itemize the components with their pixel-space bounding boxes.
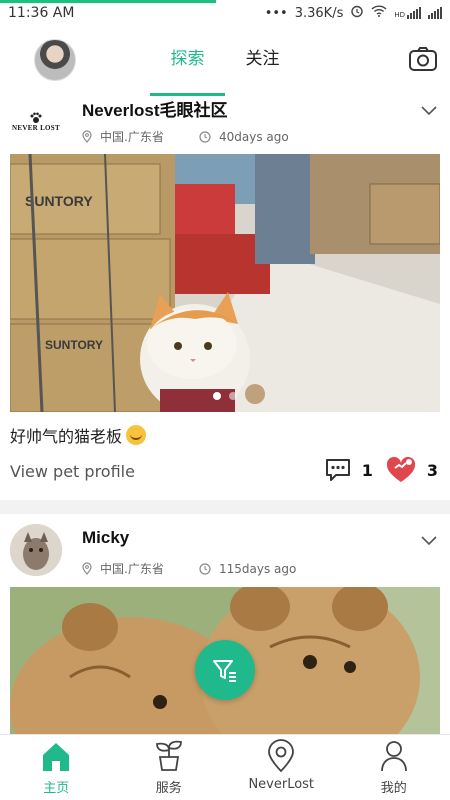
time-text: 40days ago xyxy=(219,129,289,144)
location-icon xyxy=(82,562,92,575)
alarm-icon xyxy=(350,4,364,22)
neverlost-logo[interactable]: NEVER LOST xyxy=(10,100,62,144)
nav-label: 我的 xyxy=(380,781,407,796)
status-dots: ••• xyxy=(264,5,288,21)
nav-item-home[interactable]: 主页 xyxy=(0,735,113,800)
nav-label: 服务 xyxy=(155,781,182,796)
camera-icon[interactable] xyxy=(408,44,438,74)
filter-fab-button[interactable] xyxy=(195,640,255,700)
post-card: NEVER LOST Neverlost毛眼社区 中国.广东省 40days a… xyxy=(0,96,450,500)
like-button[interactable]: 3 xyxy=(385,456,438,484)
cat-photo: SUNTORY SUNTORY xyxy=(10,154,440,412)
location-text: 中国.广东省 xyxy=(100,130,164,144)
page-load-progress xyxy=(0,0,216,3)
status-indicators: ••• 3.36K/s HD xyxy=(265,4,442,22)
view-pet-profile-link[interactable]: View pet profile xyxy=(10,462,135,481)
network-type-label: HD xyxy=(394,11,405,19)
smile-emoji-icon xyxy=(126,425,147,445)
carousel-dot-active[interactable] xyxy=(213,392,221,400)
filter-icon xyxy=(213,660,236,682)
nav-item-neverlost[interactable]: NeverLost xyxy=(225,735,338,800)
profile-avatar[interactable] xyxy=(34,39,76,81)
carousel-dot[interactable] xyxy=(229,392,237,400)
post-time: 115days ago xyxy=(199,562,296,576)
clock-icon xyxy=(199,562,211,575)
carousel-indicator xyxy=(10,392,440,400)
top-bar: 探索 关注 xyxy=(0,26,450,96)
signal-icon xyxy=(428,7,442,19)
logo-text: NEVER LOST xyxy=(12,124,60,132)
user-avatar[interactable] xyxy=(10,524,62,576)
post-location: 中国.广东省 xyxy=(82,560,199,577)
location-icon xyxy=(82,130,92,143)
network-speed: 3.36K/s xyxy=(294,5,344,21)
nav-item-services[interactable]: 服务 xyxy=(113,735,226,800)
status-bar: 11:36 AM ••• 3.36K/s HD xyxy=(0,0,450,26)
tab-explore[interactable]: 探索 xyxy=(150,26,225,96)
feed-tabs: 探索 关注 xyxy=(150,26,300,96)
person-icon xyxy=(380,741,407,772)
signal-hd-icon: HD xyxy=(394,7,421,19)
like-count: 3 xyxy=(426,460,438,480)
post-user-name[interactable]: Micky xyxy=(82,528,129,548)
feed[interactable]: NEVER LOST Neverlost毛眼社区 中国.广东省 40days a… xyxy=(0,96,450,734)
chevron-down-icon[interactable] xyxy=(420,534,438,546)
post-user-name[interactable]: Neverlost毛眼社区 xyxy=(82,96,227,121)
home-icon xyxy=(43,743,70,771)
post-meta: 中国.广东省 115days ago xyxy=(82,560,296,577)
comment-count: 1 xyxy=(361,460,373,480)
plant-pot-icon xyxy=(155,740,182,771)
post-location: 中国.广东省 xyxy=(82,128,199,145)
chevron-down-icon[interactable] xyxy=(420,104,438,116)
wifi-icon xyxy=(371,5,387,21)
caption-text: 好帅气的猫老板 xyxy=(10,427,123,446)
location-pin-icon xyxy=(268,739,295,773)
post-actions: 1 3 xyxy=(324,456,438,484)
post-photo-carousel[interactable]: SUNTORY SUNTORY xyxy=(10,154,440,412)
clock-icon xyxy=(199,130,211,143)
nav-label: NeverLost xyxy=(248,777,315,792)
comment-icon xyxy=(325,459,350,481)
svg-text:SUNTORY: SUNTORY xyxy=(45,338,103,352)
post-time: 40days ago xyxy=(199,130,289,144)
nav-item-mine[interactable]: 我的 xyxy=(338,735,450,800)
time-text: 115days ago xyxy=(219,561,297,576)
bottom-nav: 主页 服务 NeverLost 我的 xyxy=(0,734,450,800)
post-caption: 好帅气的猫老板 xyxy=(10,423,147,447)
nav-label: 主页 xyxy=(43,781,70,796)
post-card: Micky 中国.广东省 115days ago xyxy=(0,514,450,734)
status-time: 11:36 AM xyxy=(8,5,75,21)
svg-text:SUNTORY: SUNTORY xyxy=(25,193,93,209)
location-text: 中国.广东省 xyxy=(100,562,164,576)
post-meta: 中国.广东省 40days ago xyxy=(82,128,289,145)
comment-button[interactable]: 1 xyxy=(324,456,373,484)
tab-following[interactable]: 关注 xyxy=(225,26,300,96)
paw-heart-icon xyxy=(386,456,415,482)
